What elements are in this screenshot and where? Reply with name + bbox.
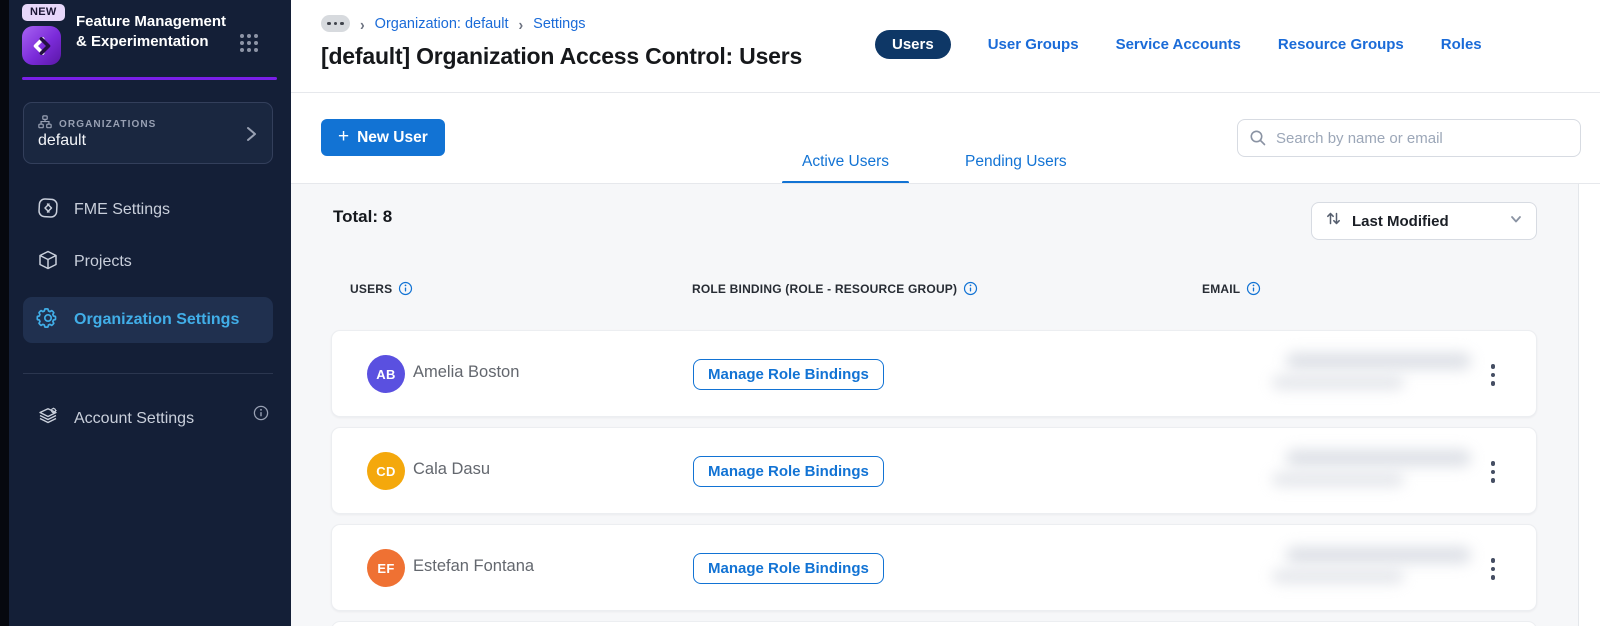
breadcrumb: › Organization: default › Settings [321,14,586,33]
window-edge-strip [0,0,9,626]
chevron-right-icon [243,124,259,149]
manage-role-bindings-button[interactable]: Manage Role Bindings [693,359,884,390]
sidebar-item-label: Account Settings [74,410,195,427]
redacted-email-line2 [1272,570,1404,583]
column-header-email: EMAIL [1202,281,1241,296]
new-badge: NEW [22,4,65,21]
manage-role-bindings-button[interactable]: Manage Role Bindings [693,553,884,584]
sidebar-item-organization-settings[interactable]: Organization Settings [23,297,273,343]
info-circle-icon[interactable] [1246,281,1261,296]
tab-pending-users[interactable]: Pending Users [945,140,1087,184]
user-name: Amelia Boston [413,363,520,381]
redacted-email-line2 [1272,376,1404,389]
cube-icon [36,248,60,277]
sidebar-item-projects[interactable]: Projects [23,240,273,284]
sidebar-item-label: Organization Settings [74,311,240,328]
user-name: Estefan Fontana [413,557,535,575]
row-kebab-menu-button[interactable] [1485,455,1501,489]
gear-icon [36,306,60,335]
main-panel: › Organization: default › Settings [defa… [291,0,1600,626]
next-row-partial [331,621,1537,626]
sidebar-item-fme-settings[interactable]: FME Settings [23,188,273,232]
breadcrumb-link-organization[interactable]: Organization: default [375,16,509,32]
table-row: AB Amelia Boston Manage Role Bindings [331,330,1537,417]
user-name: Cala Dasu [413,460,491,478]
organization-value: default [38,132,87,149]
header-divider [291,92,1600,93]
purple-accent-rule [22,77,277,80]
table-row: CD Cala Dasu Manage Role Bindings [331,427,1537,514]
user-rows: AB Amelia Boston Manage Role Bindings CD… [331,330,1537,621]
info-circle-icon[interactable] [398,281,413,296]
app-switcher-grid-icon[interactable] [238,32,260,59]
table-column-headers: USERS ROLE BINDING (ROLE - RESOURCE GROU… [291,281,1578,297]
sidebar-item-label: Projects [74,253,132,270]
sidebar-item-label: FME Settings [74,201,171,218]
breadcrumb-separator-icon: › [518,14,524,33]
info-circle-icon[interactable] [253,405,269,426]
search-input[interactable] [1237,119,1581,157]
search-icon [1250,130,1266,146]
tab-users[interactable]: Users [875,30,951,59]
sort-arrows-icon [1325,210,1342,232]
sidebar-item-account-settings[interactable]: Account Settings [23,397,273,441]
tab-service-accounts[interactable]: Service Accounts [1116,36,1241,53]
plus-icon: + [338,125,350,147]
fme-logo-icon [22,26,61,65]
avatar: CD [367,452,405,490]
user-state-tabs: Active Users Pending Users [782,140,1087,184]
sort-dropdown[interactable]: Last Modified [1311,202,1537,240]
sidebar-divider [23,373,273,374]
breadcrumb-separator-icon: › [360,14,365,33]
breadcrumb-ellipsis-button[interactable] [321,15,350,32]
new-user-button[interactable]: + New User [321,119,445,156]
tab-user-groups[interactable]: User Groups [988,36,1079,53]
table-row: EF Estefan Fontana Manage Role Bindings [331,524,1537,611]
organizations-label: ORGANIZATIONS [59,119,157,130]
breadcrumb-link-settings[interactable]: Settings [533,16,585,32]
split-outline-icon [36,196,60,225]
product-title: Feature Management & Experimentation [76,13,227,50]
manage-role-bindings-button[interactable]: Manage Role Bindings [693,456,884,487]
row-kebab-menu-button[interactable] [1485,358,1501,392]
column-header-users: USERS [350,281,393,296]
layers-gear-icon [36,405,60,434]
info-circle-icon[interactable] [963,281,978,296]
avatar: AB [367,355,405,393]
redacted-email [1286,450,1471,466]
column-header-role-binding: ROLE BINDING (ROLE - RESOURCE GROUP) [692,281,958,296]
app-window: NEW Feature Management & Experimentation [0,0,1600,626]
redacted-email [1286,547,1471,563]
redacted-email-line2 [1272,473,1404,486]
tab-active-users[interactable]: Active Users [782,140,909,184]
total-count-label: Total: 8 [333,207,393,226]
avatar: EF [367,549,405,587]
new-user-button-label: New User [357,128,428,146]
tab-resource-groups[interactable]: Resource Groups [1278,36,1404,53]
page-title: [default] Organization Access Control: U… [321,43,803,69]
organization-selector[interactable]: ORGANIZATIONS default [23,102,273,164]
scroll-gutter[interactable] [1578,184,1600,626]
redacted-email [1286,353,1471,369]
row-kebab-menu-button[interactable] [1485,552,1501,586]
users-content-area: Total: 8 Last Modified USERS ROLE BINDIN… [291,184,1578,626]
sidebar: NEW Feature Management & Experimentation [9,0,291,626]
sort-dropdown-value: Last Modified [1352,212,1449,230]
access-control-nav-tabs: Users User Groups Service Accounts Resou… [875,30,1482,59]
tab-roles[interactable]: Roles [1441,36,1482,53]
search-box [1237,119,1581,157]
chevron-down-icon [1509,212,1523,231]
